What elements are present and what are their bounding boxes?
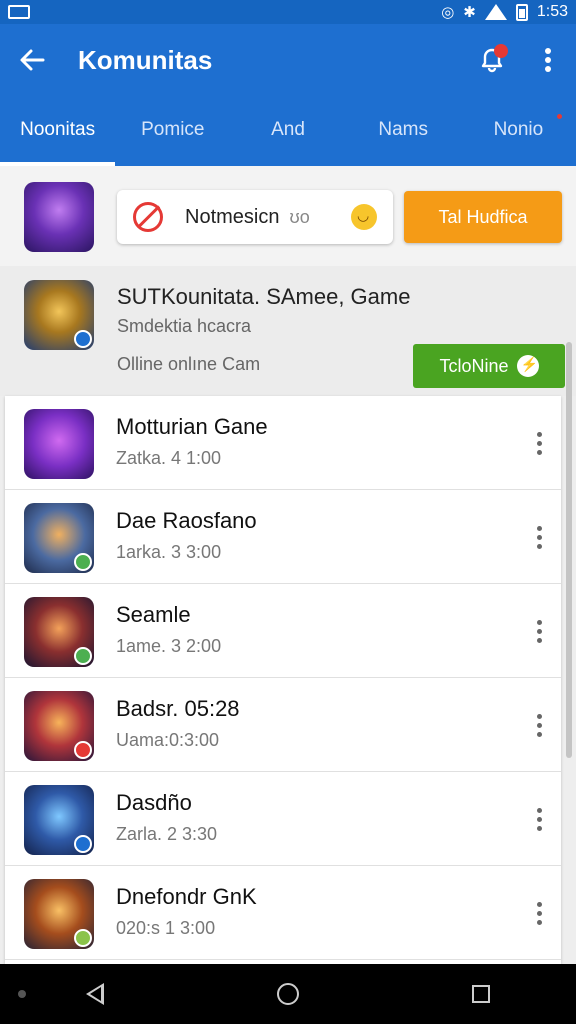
scrollbar[interactable] [566, 342, 572, 758]
list-item[interactable]: Dnefondr GnK 020:s 1 3:00 [5, 866, 561, 960]
list-item[interactable]: Motturian Gane Zatka. 4 1:00 [5, 396, 561, 490]
badge-icon [74, 553, 92, 571]
item-time: Uama:0:3:00 [116, 730, 220, 750]
notification-dot [494, 44, 508, 58]
game-avatar [24, 597, 94, 667]
nav-recents-icon[interactable] [471, 985, 490, 1003]
tab-and[interactable]: And [230, 96, 345, 166]
app-bar: Komunitas [0, 24, 576, 96]
online-button[interactable]: TcloNine [413, 344, 565, 388]
badge-icon [74, 929, 92, 947]
notice-sub: ʊo [289, 206, 310, 227]
block-icon [133, 202, 163, 232]
smile-icon [351, 204, 377, 230]
list-item[interactable]: Dasdño Zarla. 2 3:30 [5, 772, 561, 866]
tab-bar: Noonitas Pomice And Nams Nonio [0, 96, 576, 166]
item-time: Zarla. 2 3:30 [116, 824, 218, 844]
tab-nonio-label: Nonio [493, 119, 544, 140]
notification-icon [8, 5, 30, 19]
tab-noonitas[interactable]: Noonitas [0, 96, 116, 166]
action-button[interactable]: Tal Hudfica [404, 191, 562, 243]
battery-icon [515, 3, 528, 21]
tab-pomice[interactable]: Pomice [115, 96, 230, 166]
badge-icon [74, 741, 92, 759]
game-list: Motturian Gane Zatka. 4 1:00 Dae Raosfan… [5, 396, 561, 964]
status-bar: ◎ ✱ 1:53 [0, 0, 576, 24]
more-vert-icon[interactable] [529, 708, 549, 742]
circle-icon: ◎ [441, 3, 455, 21]
item-time: 1ame. 3 2:00 [116, 636, 222, 656]
nav-home-icon[interactable] [276, 983, 299, 1005]
tab-dot [557, 114, 563, 119]
featured-avatar [24, 280, 94, 350]
game-avatar [24, 879, 94, 949]
item-title: Dasdño [116, 790, 192, 815]
item-time: 1arka. 3 3:00 [116, 542, 222, 562]
featured-item[interactable]: SUTKounitata. SAmee, Game Smdektia hcacr… [0, 266, 576, 396]
nav-back-icon[interactable] [86, 983, 105, 1005]
featured-status: Olline onlıne Cam [117, 354, 261, 374]
list-item[interactable]: Badsr. 05:28 Uama:0:3:00 [5, 678, 561, 772]
more-vert-icon[interactable] [529, 802, 549, 836]
top-card: Notmesicn ʊo Tal Hudfica [0, 166, 576, 266]
badge-icon [74, 647, 92, 665]
bluetooth-icon: ✱ [463, 3, 476, 21]
badge-icon [74, 835, 92, 853]
game-avatar [24, 785, 94, 855]
online-button-label: TcloNine [439, 355, 509, 376]
system-nav-bar [0, 964, 576, 1024]
more-vert-icon[interactable] [529, 896, 549, 930]
wifi-icon [484, 4, 507, 20]
tab-nams[interactable]: Nams [346, 96, 461, 166]
more-vert-icon[interactable] [529, 614, 549, 648]
game-avatar [24, 691, 94, 761]
back-arrow-icon[interactable] [0, 24, 64, 96]
tab-nonio[interactable]: Nonio [461, 96, 576, 166]
game-avatar [24, 409, 94, 479]
notice-text: Notmesicn [185, 205, 280, 228]
more-vert-icon[interactable] [520, 24, 576, 96]
item-title: Dae Raosfano [116, 508, 257, 533]
bolt-icon [516, 355, 539, 377]
item-time: 020:s 1 3:00 [116, 918, 216, 938]
list-item[interactable]: Seamle 1ame. 3 2:00 [5, 584, 561, 678]
game-avatar [24, 503, 94, 573]
badge-icon [74, 330, 92, 348]
item-time: Zatka. 4 1:00 [116, 448, 222, 468]
status-time: 1:53 [536, 3, 568, 20]
page-title: Komunitas [78, 44, 213, 75]
nav-dot [18, 990, 26, 998]
more-vert-icon[interactable] [529, 520, 549, 554]
game-avatar[interactable] [24, 182, 94, 252]
featured-subtitle: Smdektia hcacra [117, 316, 252, 336]
more-vert-icon[interactable] [529, 426, 549, 460]
featured-title: SUTKounitata. SAmee, Game [117, 284, 411, 309]
item-title: Badsr. 05:28 [116, 696, 240, 721]
bell-icon[interactable] [464, 24, 520, 96]
item-title: Dnefondr GnK [116, 884, 257, 909]
list-item[interactable]: Dae Raosfano 1arka. 3 3:00 [5, 490, 561, 584]
item-title: Motturian Gane [116, 414, 268, 439]
item-title: Seamle [116, 602, 191, 627]
notice-pill[interactable]: Notmesicn ʊo [117, 190, 393, 244]
